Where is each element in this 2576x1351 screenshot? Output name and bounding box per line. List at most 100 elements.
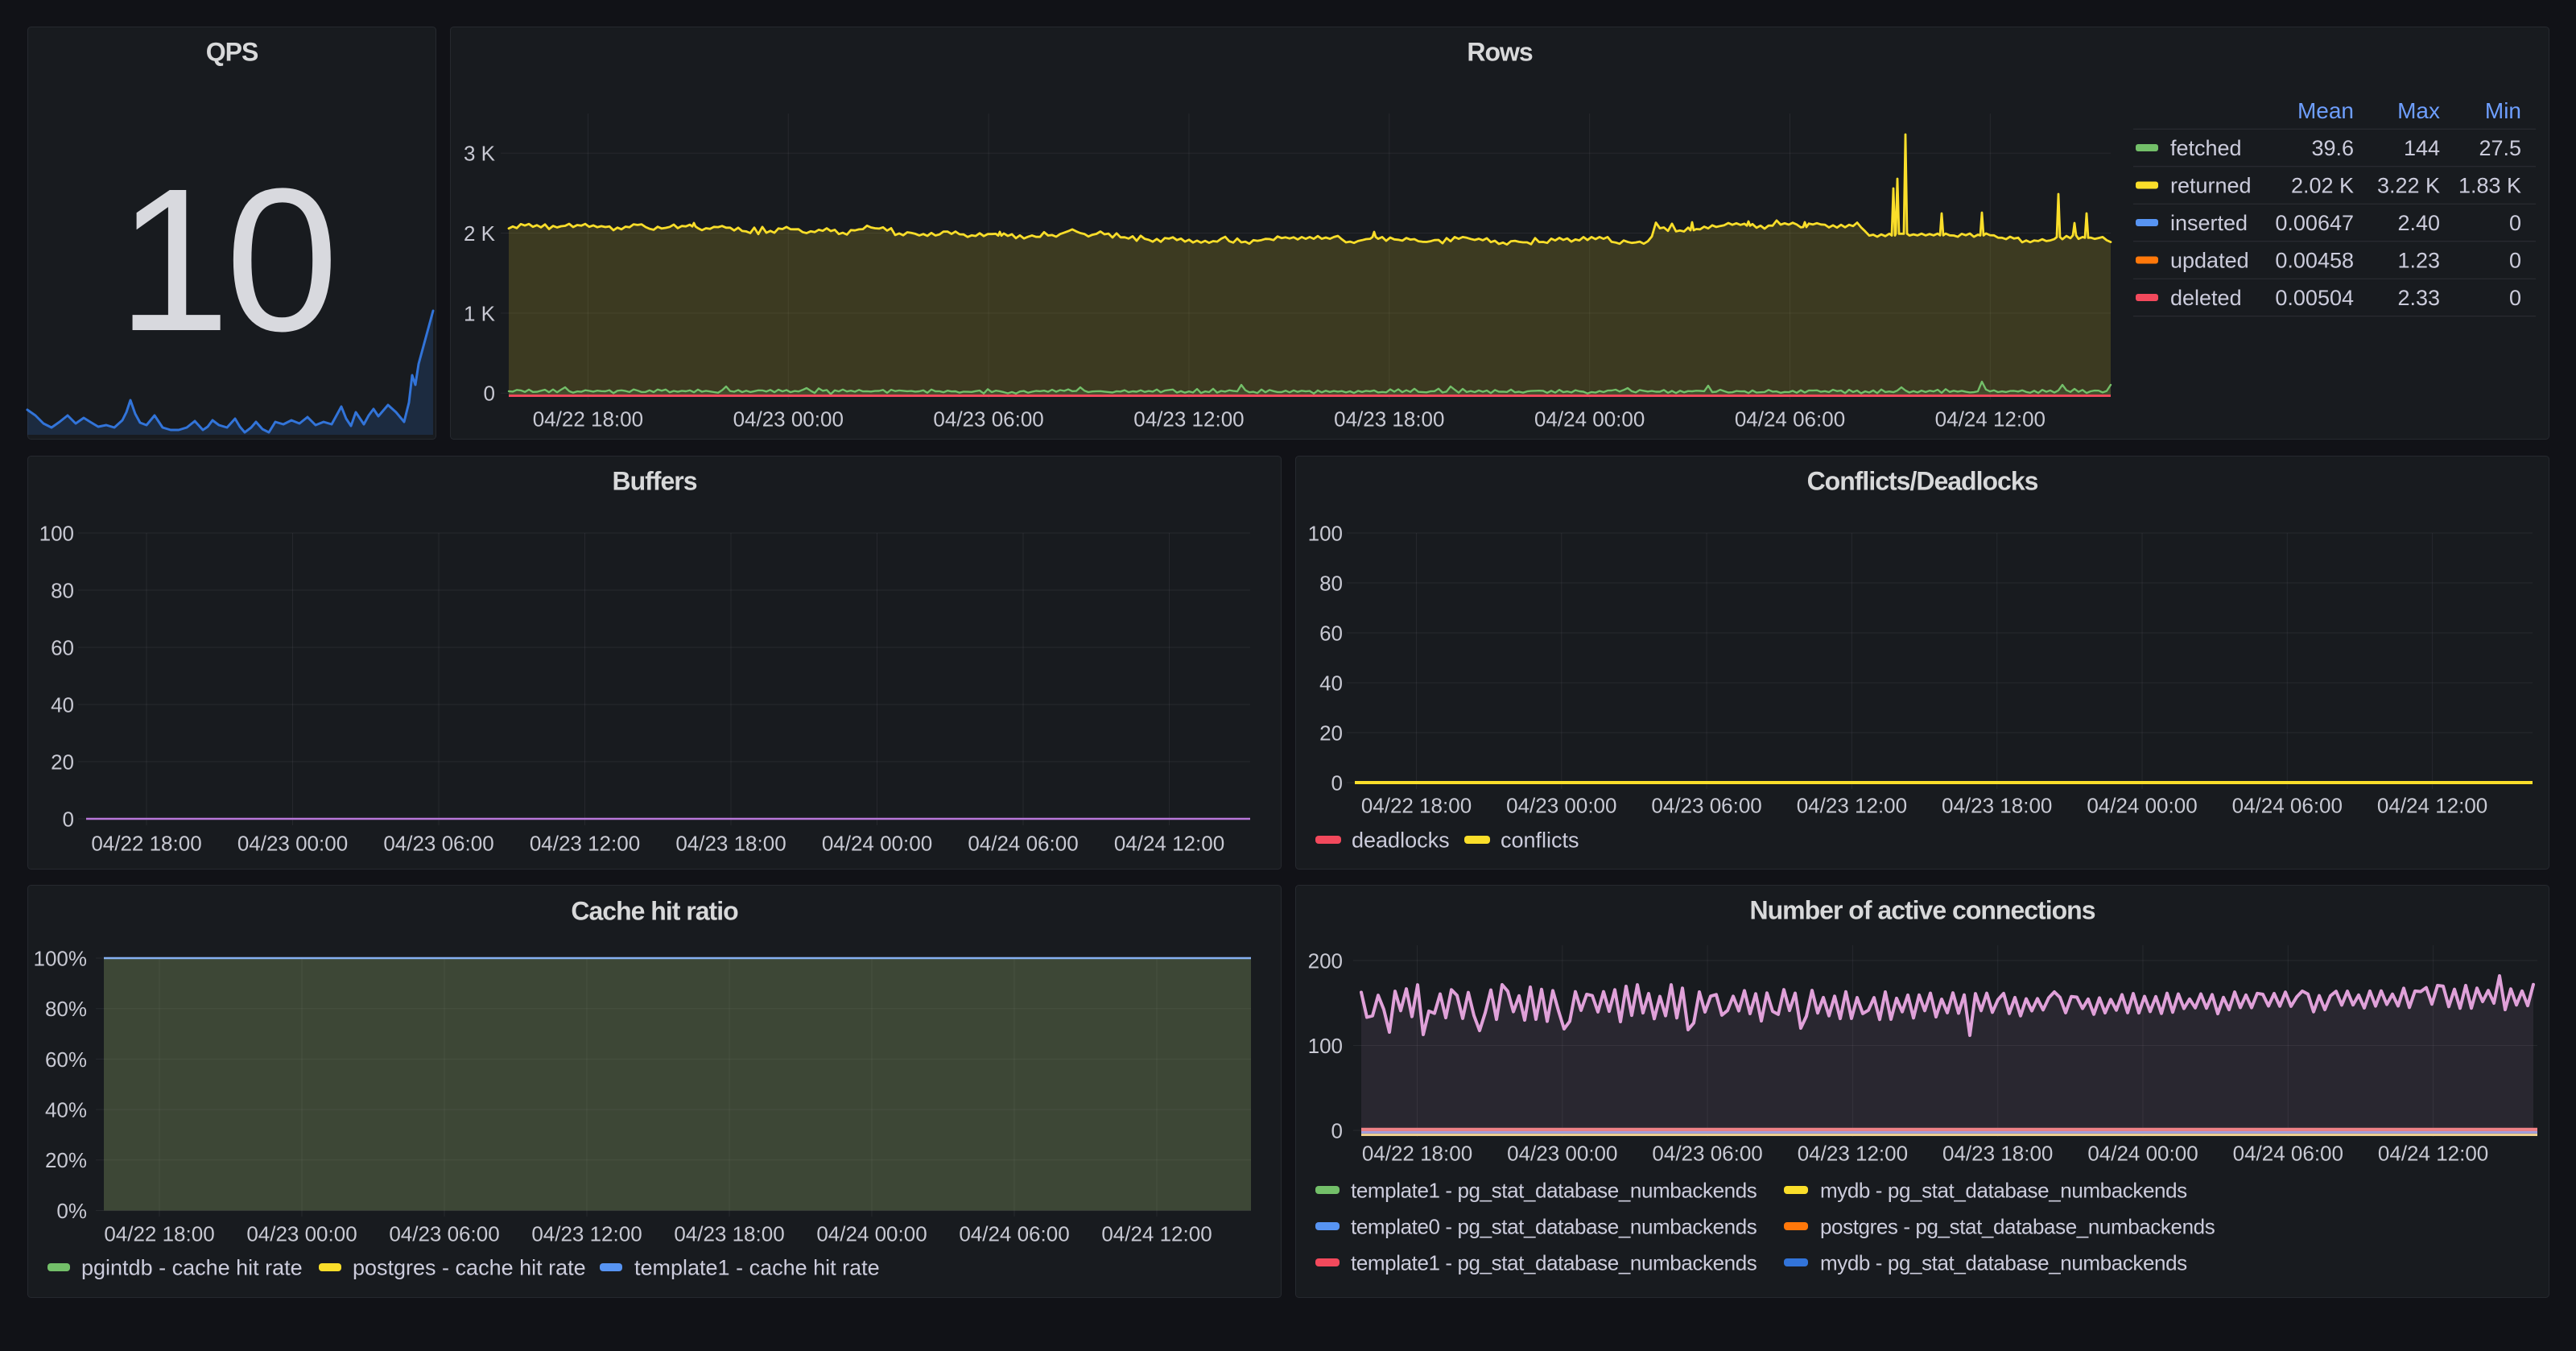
svg-text:04/23 00:00: 04/23 00:00	[1506, 793, 1616, 817]
svg-text:200: 200	[1308, 948, 1343, 973]
svg-text:27.5: 27.5	[2479, 136, 2521, 160]
svg-text:04/23 18:00: 04/23 18:00	[675, 831, 786, 855]
svg-text:QPS: QPS	[206, 38, 258, 67]
svg-text:1.83 K: 1.83 K	[2458, 174, 2521, 198]
svg-text:deadlocks: deadlocks	[1352, 828, 1450, 853]
svg-text:04/23 18:00: 04/23 18:00	[1942, 793, 2052, 817]
svg-text:Rows: Rows	[1467, 38, 1533, 67]
svg-text:04/22 18:00: 04/22 18:00	[104, 1221, 214, 1246]
svg-text:39.6: 39.6	[2311, 136, 2354, 160]
svg-text:0: 0	[1331, 771, 1343, 795]
svg-text:04/24 06:00: 04/24 06:00	[959, 1221, 1069, 1246]
svg-text:60: 60	[51, 635, 74, 659]
svg-text:80%: 80%	[45, 997, 87, 1021]
svg-text:2.02 K: 2.02 K	[2291, 174, 2354, 198]
svg-text:04/24 00:00: 04/24 00:00	[1534, 407, 1645, 431]
svg-text:04/23 06:00: 04/23 06:00	[933, 407, 1043, 431]
svg-text:pgintdb - cache hit rate: pgintdb - cache hit rate	[81, 1256, 303, 1280]
svg-text:deleted: deleted	[2170, 286, 2242, 310]
svg-text:10: 10	[117, 146, 333, 374]
svg-text:template1 - pg_stat_database_n: template1 - pg_stat_database_numbackends	[1351, 1178, 1757, 1202]
svg-text:template0 - pg_stat_database_n: template0 - pg_stat_database_numbackends	[1351, 1214, 1757, 1238]
svg-text:0: 0	[2509, 211, 2521, 235]
svg-text:80: 80	[51, 578, 74, 602]
svg-text:2 K: 2 K	[464, 221, 496, 246]
svg-text:updated: updated	[2170, 249, 2249, 273]
svg-text:04/23 06:00: 04/23 06:00	[389, 1221, 499, 1246]
svg-text:04/24 00:00: 04/24 00:00	[2087, 1141, 2198, 1165]
svg-text:0: 0	[484, 382, 495, 406]
svg-text:60%: 60%	[45, 1047, 87, 1072]
svg-text:100: 100	[1308, 521, 1343, 545]
svg-text:04/24 06:00: 04/24 06:00	[2233, 1141, 2343, 1165]
svg-text:Max: Max	[2397, 98, 2440, 123]
svg-text:04/24 00:00: 04/24 00:00	[2087, 793, 2197, 817]
svg-text:inserted: inserted	[2170, 211, 2248, 235]
svg-text:template1 - cache hit rate: template1 - cache hit rate	[634, 1256, 880, 1280]
svg-text:04/24 12:00: 04/24 12:00	[1101, 1221, 1212, 1246]
svg-text:04/23 18:00: 04/23 18:00	[674, 1221, 784, 1246]
svg-text:04/23 18:00: 04/23 18:00	[1942, 1141, 2053, 1165]
svg-text:04/24 06:00: 04/24 06:00	[2232, 793, 2343, 817]
svg-text:04/24 12:00: 04/24 12:00	[1935, 407, 2046, 431]
svg-text:mydb - pg_stat_database_numbac: mydb - pg_stat_database_numbackends	[1820, 1178, 2187, 1202]
svg-text:04/24 12:00: 04/24 12:00	[2377, 793, 2487, 817]
svg-text:04/22 18:00: 04/22 18:00	[1361, 793, 1472, 817]
svg-text:1.23: 1.23	[2397, 249, 2440, 273]
svg-text:Min: Min	[2485, 98, 2521, 123]
svg-text:0.00647: 0.00647	[2275, 211, 2354, 235]
svg-text:04/23 00:00: 04/23 00:00	[237, 831, 348, 855]
svg-text:3 K: 3 K	[464, 142, 496, 166]
svg-text:0: 0	[63, 807, 74, 831]
svg-text:04/24 12:00: 04/24 12:00	[2378, 1141, 2488, 1165]
svg-text:0%: 0%	[56, 1199, 87, 1223]
svg-text:postgres - pg_stat_database_nu: postgres - pg_stat_database_numbackends	[1820, 1214, 2215, 1238]
svg-text:04/24 06:00: 04/24 06:00	[1735, 407, 1845, 431]
svg-text:template1 - pg_stat_database_n: template1 - pg_stat_database_numbackends	[1351, 1250, 1757, 1275]
svg-text:2.40: 2.40	[2397, 211, 2440, 235]
svg-text:80: 80	[1319, 571, 1343, 595]
svg-text:04/23 12:00: 04/23 12:00	[1133, 407, 1244, 431]
svg-text:postgres - cache hit rate: postgres - cache hit rate	[353, 1256, 586, 1280]
svg-text:04/24 12:00: 04/24 12:00	[1114, 831, 1224, 855]
svg-text:0.00504: 0.00504	[2275, 286, 2354, 310]
svg-text:100: 100	[39, 521, 74, 545]
svg-text:mydb - pg_stat_database_numbac: mydb - pg_stat_database_numbackends	[1820, 1250, 2187, 1275]
svg-text:20%: 20%	[45, 1148, 87, 1172]
svg-text:Conflicts/Deadlocks: Conflicts/Deadlocks	[1807, 467, 2038, 496]
svg-text:0: 0	[1331, 1118, 1343, 1142]
svg-text:1 K: 1 K	[464, 301, 496, 325]
svg-text:40%: 40%	[45, 1097, 87, 1122]
svg-text:20: 20	[51, 750, 74, 774]
svg-text:40: 40	[51, 692, 74, 717]
svg-text:04/23 00:00: 04/23 00:00	[1507, 1141, 1617, 1165]
svg-text:2.33: 2.33	[2397, 286, 2440, 310]
svg-text:04/22 18:00: 04/22 18:00	[533, 407, 643, 431]
svg-text:144: 144	[2404, 136, 2440, 160]
svg-text:Number of active connections: Number of active connections	[1750, 896, 2095, 925]
svg-text:Cache hit ratio: Cache hit ratio	[571, 897, 738, 926]
svg-text:Buffers: Buffers	[612, 467, 696, 496]
svg-text:Mean: Mean	[2297, 98, 2354, 123]
svg-text:40: 40	[1319, 671, 1343, 695]
svg-text:3.22 K: 3.22 K	[2377, 174, 2440, 198]
svg-text:04/23 18:00: 04/23 18:00	[1334, 407, 1444, 431]
svg-text:04/23 06:00: 04/23 06:00	[1651, 793, 1761, 817]
svg-text:04/23 12:00: 04/23 12:00	[530, 831, 640, 855]
svg-text:0.00458: 0.00458	[2275, 249, 2354, 273]
svg-text:04/24 00:00: 04/24 00:00	[822, 831, 932, 855]
svg-text:04/23 12:00: 04/23 12:00	[1797, 793, 1907, 817]
svg-text:04/23 12:00: 04/23 12:00	[531, 1221, 642, 1246]
svg-text:20: 20	[1319, 721, 1343, 745]
svg-text:100: 100	[1308, 1034, 1343, 1058]
svg-text:60: 60	[1319, 621, 1343, 645]
svg-text:returned: returned	[2170, 174, 2252, 198]
svg-text:04/24 06:00: 04/24 06:00	[968, 831, 1078, 855]
svg-text:04/22 18:00: 04/22 18:00	[91, 831, 201, 855]
svg-text:0: 0	[2509, 286, 2521, 310]
svg-text:fetched: fetched	[2170, 136, 2242, 160]
svg-text:04/22 18:00: 04/22 18:00	[1362, 1141, 1472, 1165]
svg-text:100%: 100%	[34, 946, 88, 970]
svg-text:04/24 00:00: 04/24 00:00	[816, 1221, 927, 1246]
svg-text:conflicts: conflicts	[1501, 828, 1579, 853]
